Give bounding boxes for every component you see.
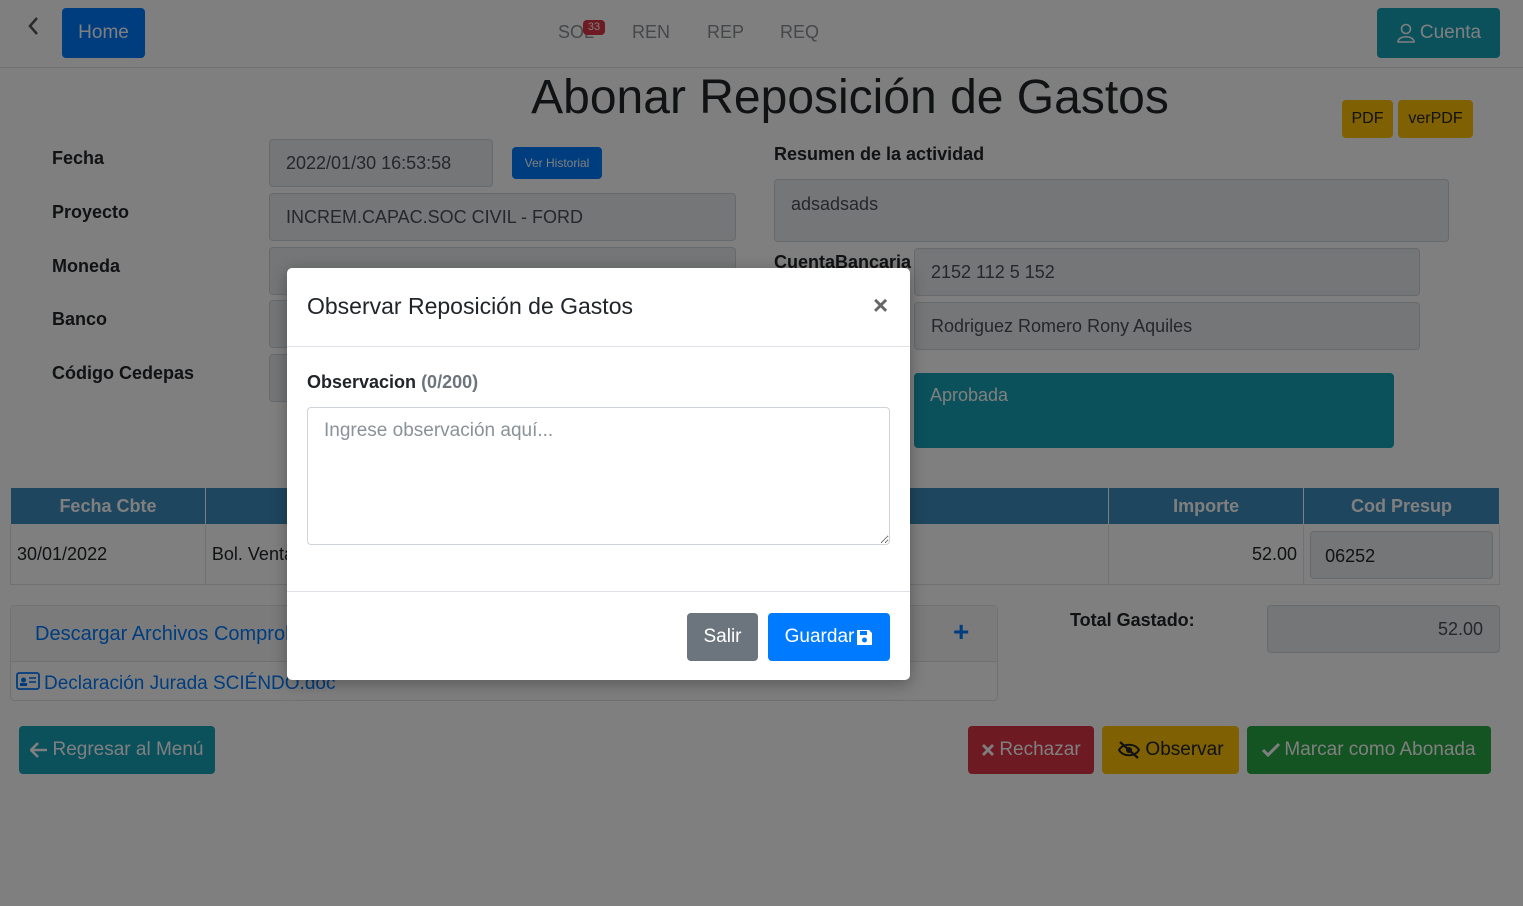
modal-header: Observar Reposición de Gastos × — [287, 268, 910, 347]
observacion-textarea[interactable] — [307, 407, 890, 545]
guardar-label: Guardar — [784, 626, 855, 647]
observacion-label-text: Observacion — [307, 372, 417, 392]
observar-modal: Observar Reposición de Gastos × Observac… — [287, 268, 910, 680]
modal-footer: Salir Guardar — [287, 591, 910, 680]
observacion-char-count: (0/200) — [421, 372, 479, 392]
modal-title: Observar Reposición de Gastos — [307, 293, 633, 319]
close-icon[interactable]: × — [873, 290, 888, 321]
salir-button[interactable]: Salir — [687, 613, 758, 661]
observacion-label: Observacion (0/200) — [307, 372, 478, 393]
floppy-disk-icon — [856, 629, 873, 646]
guardar-button[interactable]: Guardar — [768, 613, 890, 661]
